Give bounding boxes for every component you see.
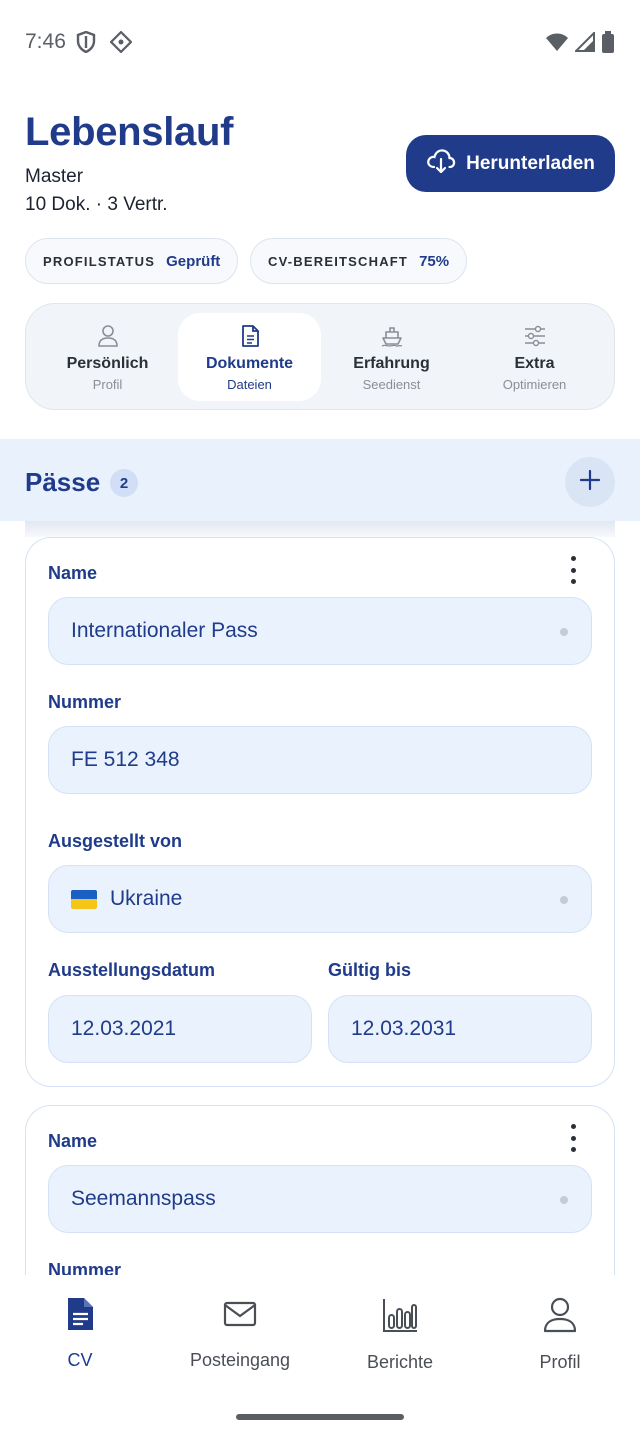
cv-document-icon (65, 1297, 95, 1336)
chip-label: PROFILSTATUS (43, 253, 156, 269)
home-indicator[interactable] (236, 1414, 404, 1420)
bottom-navigation: CV Posteingang Berichte Profil (0, 1275, 640, 1437)
passport-card: Name Internationaler Pass Nummer FE 512 … (25, 537, 615, 1087)
field-value: Ukraine (110, 887, 183, 910)
passport-number-input[interactable]: FE 512 348 (48, 726, 592, 794)
tab-label: Extra (514, 355, 555, 372)
person-icon (97, 323, 119, 349)
sliders-icon (523, 323, 547, 349)
field-value: 12.03.2031 (351, 1017, 457, 1040)
section-divider-shadow (25, 521, 615, 537)
field-label: Name (48, 563, 98, 583)
field-label: Gültig bis (328, 960, 411, 980)
tab-sublabel: Seedienst (362, 377, 421, 392)
passport-card: Name Seemannspass Nummer (25, 1105, 615, 1275)
nav-item-profile[interactable]: Profil (480, 1297, 640, 1373)
issue-date-input[interactable]: 12.03.2021 (48, 995, 312, 1063)
nav-item-cv[interactable]: CV (0, 1297, 160, 1371)
passport-name-select[interactable]: Seemannspass (48, 1165, 592, 1233)
cv-readiness-chip: CV-BEREITSCHAFT 75% (250, 238, 468, 284)
cloud-download-icon (426, 148, 456, 180)
ship-icon (380, 323, 404, 349)
field-label: Name (48, 1131, 98, 1151)
section-tabs: Persönlich Profil Dokumente Dateien Erfa… (25, 303, 615, 410)
card-more-button[interactable] (565, 1124, 581, 1152)
wifi-icon (545, 32, 569, 57)
field-label: Ausgestellt von (48, 831, 183, 851)
tab-sublabel: Dateien (227, 377, 272, 392)
field-label: Nummer (48, 1260, 122, 1275)
valid-until-input[interactable]: 12.03.2031 (328, 995, 592, 1063)
page-title: Lebenslauf (25, 110, 234, 154)
signal-icon (573, 30, 595, 57)
location-diamond-icon (109, 30, 133, 58)
field-value: Seemannspass (71, 1187, 216, 1210)
nav-item-inbox[interactable]: Posteingang (160, 1297, 320, 1371)
status-right-icons (545, 30, 615, 58)
chip-value: Geprüft (166, 252, 221, 270)
tab-sublabel: Optimieren (502, 377, 567, 392)
chip-value: 75% (419, 252, 450, 270)
add-passport-button[interactable] (565, 457, 615, 507)
nav-item-reports[interactable]: Berichte (320, 1297, 480, 1373)
passport-name-select[interactable]: Internationaler Pass (48, 597, 592, 665)
rank-label: Master (25, 166, 84, 187)
field-value: 12.03.2021 (71, 1017, 177, 1040)
shield-icon (76, 30, 96, 58)
tab-documents[interactable]: Dokumente Dateien (178, 313, 321, 401)
dropdown-indicator-icon (560, 896, 568, 904)
ukraine-flag-icon (71, 889, 97, 909)
issued-by-select[interactable]: Ukraine (48, 865, 592, 933)
battery-icon (601, 31, 615, 58)
section-count-badge: 2 (110, 469, 138, 497)
documents-summary: 10 Dok. · 3 Vertr. (25, 194, 168, 215)
profile-status-chip: PROFILSTATUS Geprüft (25, 238, 239, 284)
nav-label: Berichte (366, 1352, 434, 1372)
nav-label: Posteingang (189, 1350, 291, 1370)
field-value: Internationaler Pass (71, 619, 258, 642)
tab-label: Erfahrung (353, 355, 430, 372)
document-icon (240, 323, 260, 349)
passports-list[interactable]: Name Internationaler Pass Nummer FE 512 … (0, 521, 640, 1275)
bar-chart-icon (382, 1297, 418, 1338)
download-button[interactable]: Herunterladen (406, 135, 615, 192)
dropdown-indicator-icon (560, 628, 568, 636)
tab-label: Persönlich (66, 355, 149, 372)
dropdown-indicator-icon (560, 1196, 568, 1204)
status-time: 7:46 (25, 30, 66, 53)
download-button-label: Herunterladen (466, 152, 595, 174)
mail-icon (223, 1297, 257, 1336)
status-bar: 7:46 (0, 0, 640, 84)
tab-label: Dokumente (205, 355, 294, 372)
section-title: Pässe (25, 467, 101, 497)
nav-label: CV (67, 1350, 93, 1370)
plus-icon (579, 469, 601, 496)
status-left-icons (76, 30, 133, 58)
tab-personal[interactable]: Persönlich Profil (36, 313, 179, 401)
tab-extra[interactable]: Extra Optimieren (463, 313, 606, 401)
nav-label: Profil (539, 1352, 581, 1372)
tab-experience[interactable]: Erfahrung Seedienst (320, 313, 463, 401)
field-value: FE 512 348 (71, 748, 180, 771)
field-label: Ausstellungsdatum (48, 960, 216, 980)
chip-label: CV-BEREITSCHAFT (268, 253, 409, 269)
field-label: Nummer (48, 692, 122, 712)
tab-sublabel: Profil (92, 377, 123, 392)
profile-icon (543, 1297, 577, 1338)
card-more-button[interactable] (565, 556, 581, 584)
